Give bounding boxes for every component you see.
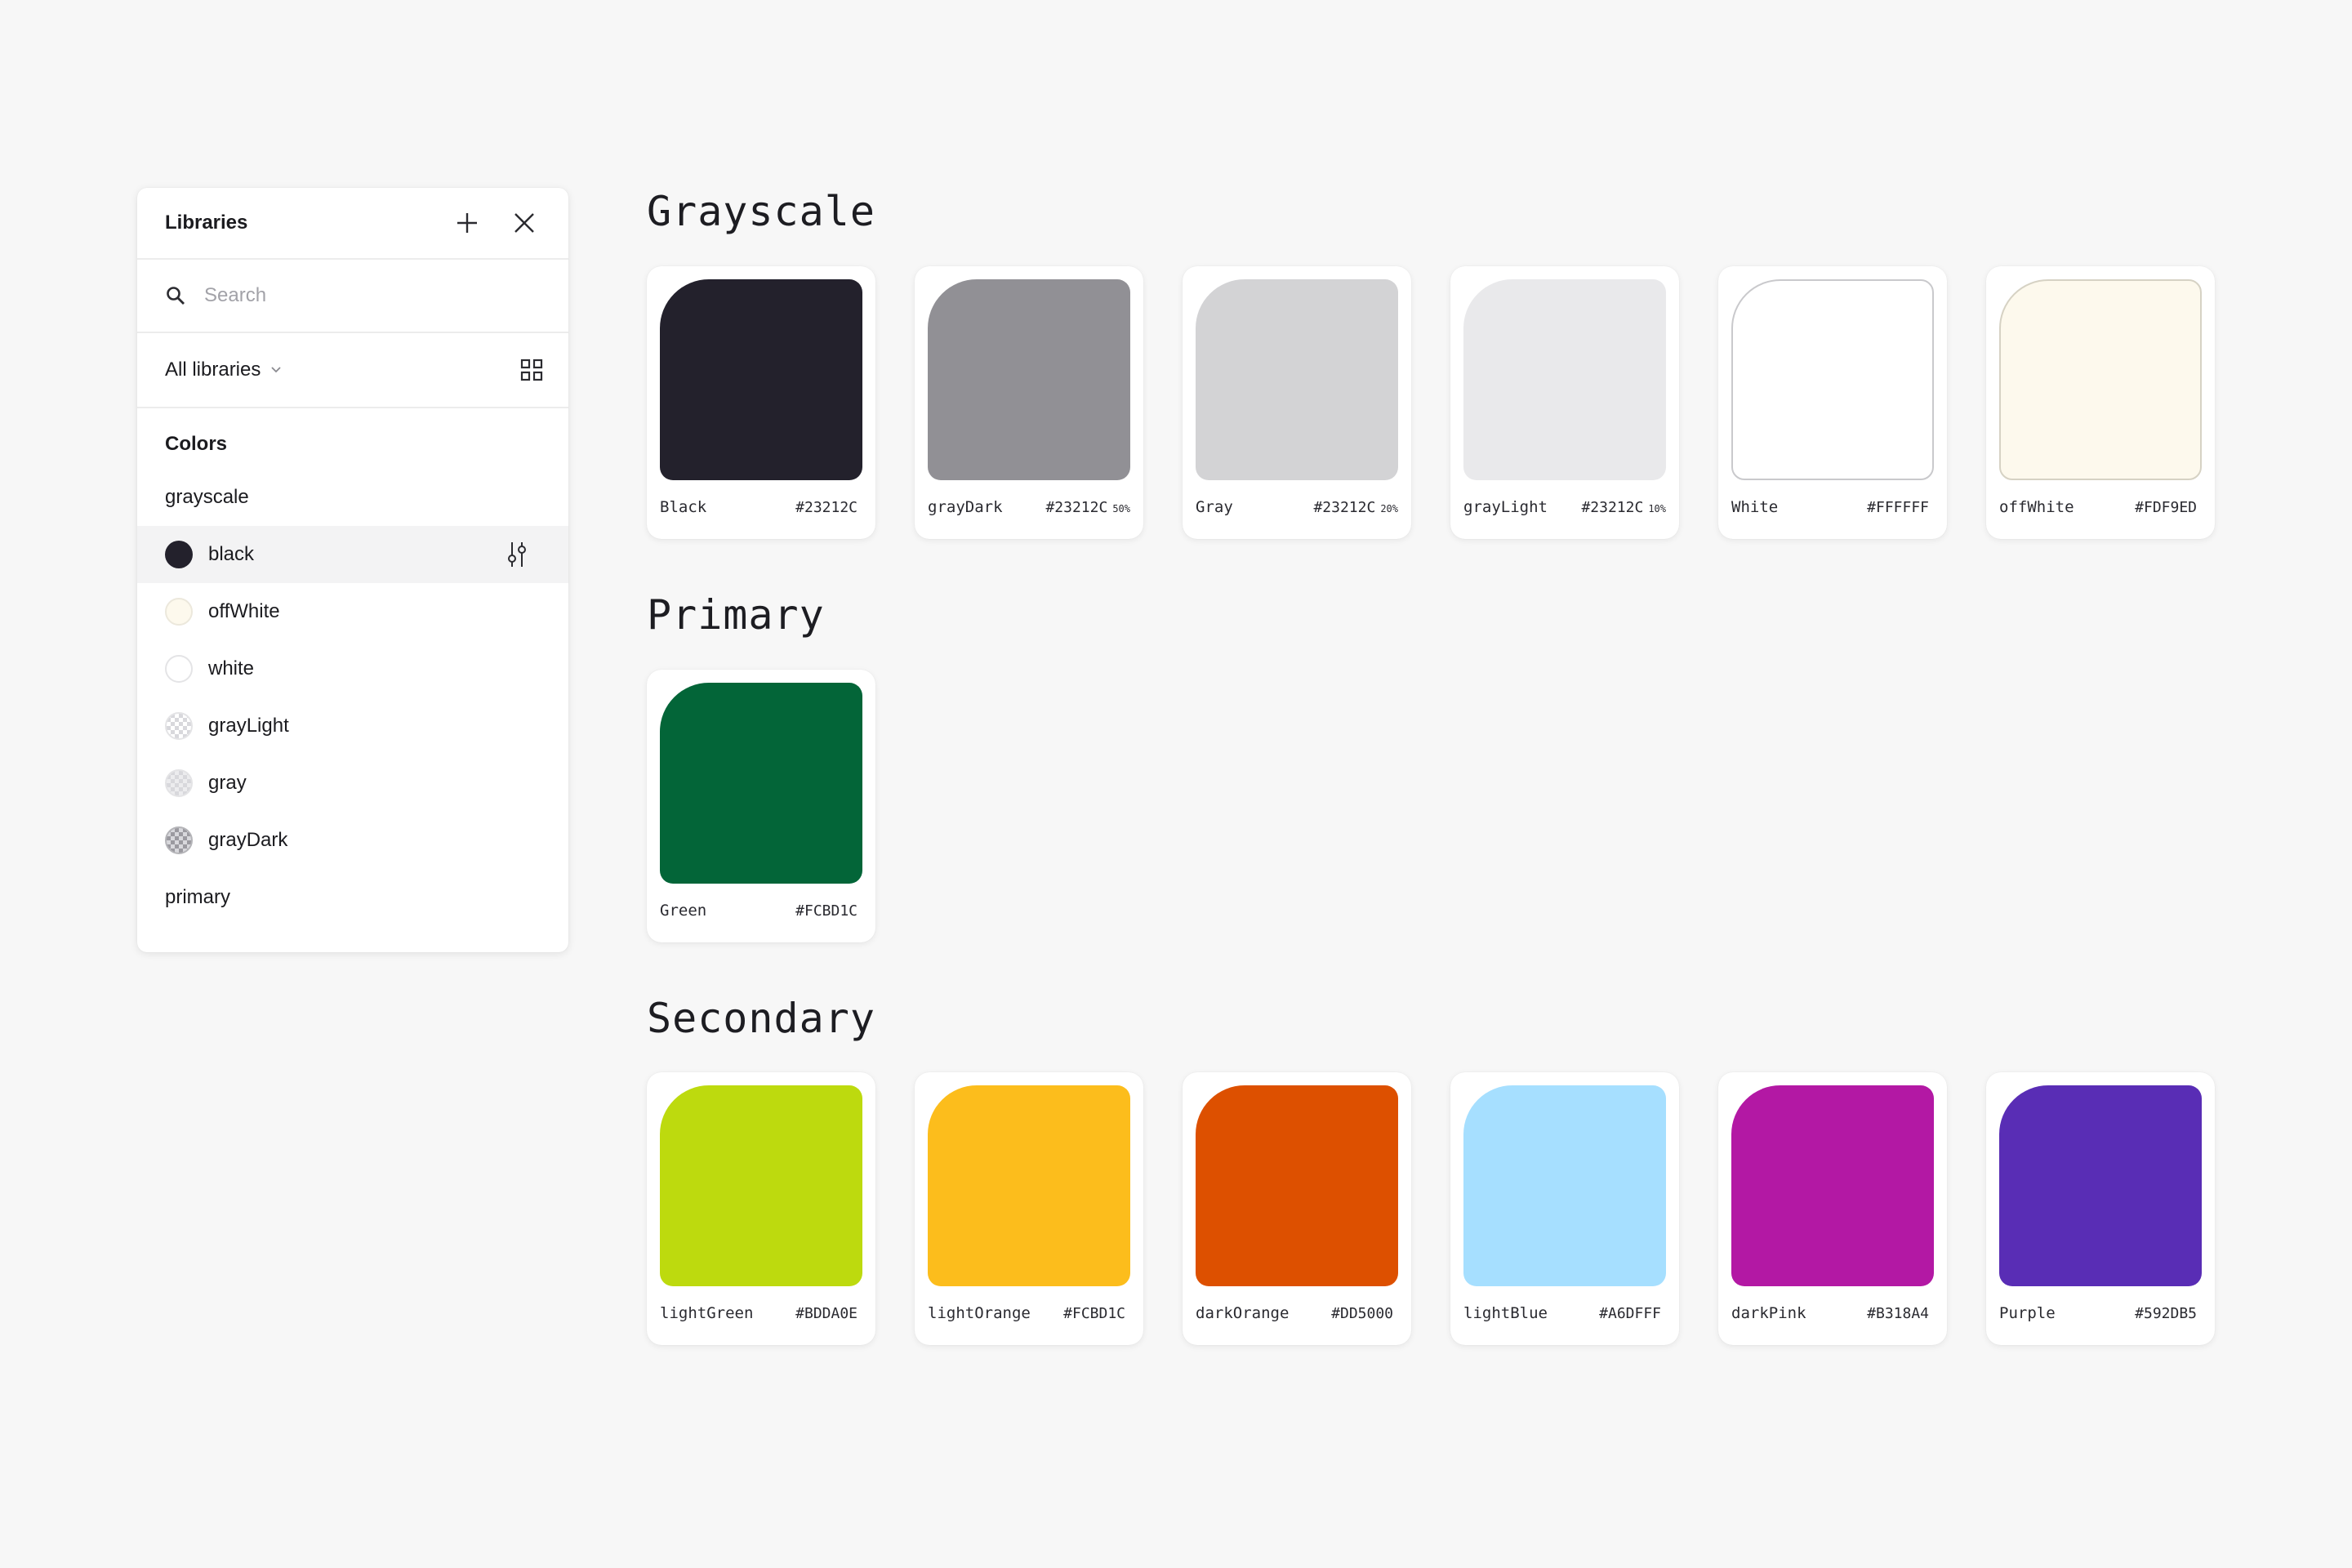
swatch-hex: #23212C 10% bbox=[1581, 499, 1666, 516]
swatch-name: grayLight bbox=[1463, 498, 1548, 516]
swatch-card[interactable]: Black #23212C bbox=[647, 266, 875, 539]
swatch-name: lightGreen bbox=[660, 1304, 754, 1322]
libraries-panel: Libraries All libraries bbox=[137, 188, 568, 952]
swatch-name: Black bbox=[660, 498, 707, 516]
swatch-hex: #DD5000 bbox=[1331, 1305, 1393, 1322]
color-swatch bbox=[1196, 1085, 1398, 1286]
panel-header: Libraries bbox=[137, 188, 568, 260]
swatch-card[interactable]: Gray #23212C 20% bbox=[1183, 266, 1411, 539]
color-item-black[interactable]: black bbox=[137, 526, 568, 583]
swatch-name: lightBlue bbox=[1463, 1304, 1548, 1322]
color-item-gray[interactable]: gray bbox=[137, 755, 568, 812]
color-list: Colors grayscale black offWhite white gr bbox=[137, 408, 568, 926]
close-panel-button[interactable] bbox=[505, 203, 544, 243]
swatch-name: darkOrange bbox=[1196, 1304, 1290, 1322]
color-item-label: gray bbox=[208, 772, 247, 794]
swatch-hex: #23212C 50% bbox=[1045, 499, 1130, 516]
swatch-card[interactable]: offWhite #FDF9ED bbox=[1986, 266, 2215, 539]
secondary-cards: lightGreen #BDDA0E lightOrange #FCBD1C dar… bbox=[647, 1072, 2215, 1345]
color-swatch bbox=[928, 1085, 1130, 1286]
plus-icon bbox=[457, 213, 477, 233]
color-dot bbox=[165, 541, 193, 568]
swatch-hex: #23212C bbox=[795, 499, 858, 516]
section-title-grayscale: Grayscale bbox=[647, 188, 875, 235]
swatch-card[interactable]: darkOrange #DD5000 bbox=[1183, 1072, 1411, 1345]
swatch-name: darkPink bbox=[1731, 1304, 1806, 1322]
panel-title: Libraries bbox=[165, 212, 248, 234]
colors-heading: Colors bbox=[165, 433, 228, 455]
color-item-offwhite[interactable]: offWhite bbox=[137, 583, 568, 640]
swatch-hex: #FFFFFF bbox=[1867, 499, 1929, 516]
search-bar bbox=[137, 260, 568, 333]
swatch-hex: #FCBD1C bbox=[1063, 1305, 1125, 1322]
swatch-hex: #A6DFFF bbox=[1599, 1305, 1661, 1322]
all-libraries-dropdown[interactable]: All libraries bbox=[165, 359, 519, 381]
color-item-label: black bbox=[208, 543, 255, 565]
color-item-white[interactable]: white bbox=[137, 640, 568, 697]
swatch-hex: #FCBD1C bbox=[795, 902, 858, 920]
color-swatch bbox=[660, 279, 862, 480]
color-swatch bbox=[1196, 279, 1398, 480]
color-dot bbox=[165, 655, 193, 683]
swatch-card[interactable]: Purple #592DB5 bbox=[1986, 1072, 2215, 1345]
search-icon bbox=[167, 287, 185, 305]
swatch-card[interactable]: Green #FCBD1C bbox=[647, 670, 875, 942]
swatch-name: lightOrange bbox=[928, 1304, 1031, 1322]
color-swatch bbox=[660, 683, 862, 884]
chevron-down-icon bbox=[271, 367, 282, 373]
color-swatch bbox=[1999, 279, 2202, 480]
swatch-card[interactable]: darkPink #B318A4 bbox=[1718, 1072, 1947, 1345]
color-swatch bbox=[1999, 1085, 2202, 1286]
adjust-button[interactable] bbox=[505, 541, 529, 568]
group-primary[interactable]: primary bbox=[137, 869, 568, 926]
primary-cards: Green #FCBD1C bbox=[647, 670, 915, 942]
color-item-label: grayDark bbox=[208, 829, 288, 851]
swatch-name: offWhite bbox=[1999, 498, 2074, 516]
swatch-hex: #FDF9ED bbox=[2135, 499, 2197, 516]
color-swatch bbox=[1463, 279, 1666, 480]
swatch-name: Gray bbox=[1196, 498, 1233, 516]
library-filter-row: All libraries bbox=[137, 333, 568, 408]
swatch-card[interactable]: lightOrange #FCBD1C bbox=[915, 1072, 1143, 1345]
color-swatch bbox=[660, 1085, 862, 1286]
swatch-card[interactable]: grayDark #23212C 50% bbox=[915, 266, 1143, 539]
color-dot bbox=[165, 826, 193, 854]
swatch-hex: #B318A4 bbox=[1867, 1305, 1929, 1322]
add-library-button[interactable] bbox=[448, 203, 487, 243]
color-item-graydark[interactable]: grayDark bbox=[137, 812, 568, 869]
swatch-hex: #23212C 20% bbox=[1313, 499, 1398, 516]
swatch-name: Purple bbox=[1999, 1304, 2056, 1322]
close-icon bbox=[514, 213, 534, 233]
swatch-hex: #592DB5 bbox=[2135, 1305, 2197, 1322]
grid-view-icon bbox=[520, 359, 543, 381]
color-dot bbox=[165, 712, 193, 740]
swatch-card[interactable]: grayLight #23212C 10% bbox=[1450, 266, 1679, 539]
swatch-hex: #BDDA0E bbox=[795, 1305, 858, 1322]
color-item-label: white bbox=[208, 657, 255, 679]
grid-view-button[interactable] bbox=[519, 358, 544, 382]
section-title-primary: Primary bbox=[647, 591, 825, 639]
all-libraries-label: All libraries bbox=[165, 359, 261, 381]
color-swatch bbox=[1463, 1085, 1666, 1286]
color-item-label: grayLight bbox=[208, 715, 289, 737]
group-grayscale[interactable]: grayscale bbox=[137, 469, 568, 526]
color-dot bbox=[165, 769, 193, 797]
swatch-name: Green bbox=[660, 902, 707, 920]
section-title-secondary: Secondary bbox=[647, 995, 875, 1042]
swatch-card[interactable]: lightGreen #BDDA0E bbox=[647, 1072, 875, 1345]
swatch-card[interactable]: lightBlue #A6DFFF bbox=[1450, 1072, 1679, 1345]
grayscale-cards: Black #23212C grayDark #23212C 50% Gray #232… bbox=[647, 266, 2215, 539]
color-item-label: offWhite bbox=[208, 600, 280, 622]
swatch-card[interactable]: White #FFFFFF bbox=[1718, 266, 1947, 539]
swatch-name: White bbox=[1731, 498, 1779, 516]
sliders-icon bbox=[508, 542, 526, 567]
color-dot bbox=[165, 598, 193, 626]
swatch-name: grayDark bbox=[928, 498, 1003, 516]
color-swatch bbox=[1731, 1085, 1934, 1286]
color-item-graylight[interactable]: grayLight bbox=[137, 697, 568, 755]
search-input[interactable] bbox=[203, 283, 516, 308]
color-swatch bbox=[1731, 279, 1934, 480]
color-swatch bbox=[928, 279, 1130, 480]
